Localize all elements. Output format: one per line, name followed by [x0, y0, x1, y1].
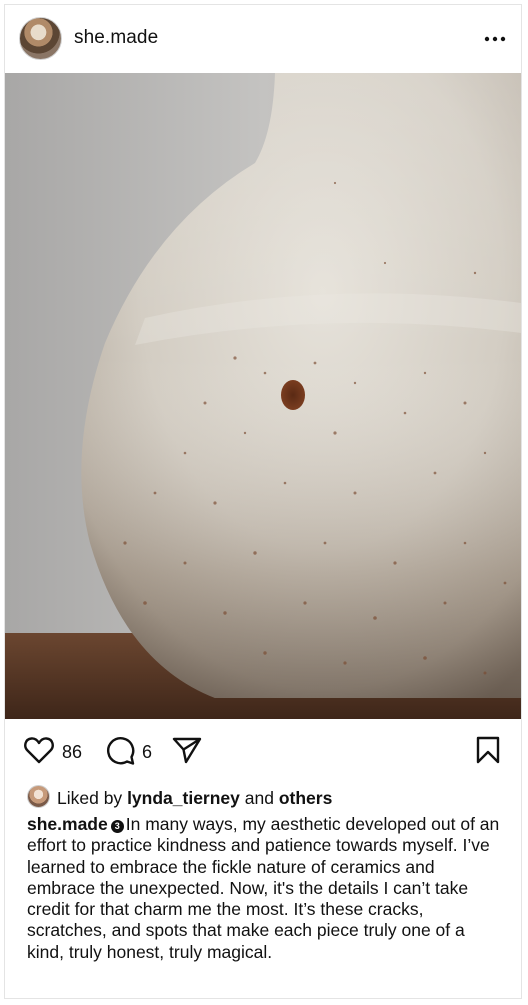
- avatar[interactable]: [19, 17, 62, 60]
- comment-count: 6: [142, 742, 153, 762]
- post-header: she.made: [5, 5, 521, 73]
- heart-icon[interactable]: [23, 735, 55, 765]
- liker-username[interactable]: lynda_tierney: [127, 788, 240, 808]
- ellipsis-horizontal-icon[interactable]: [483, 31, 507, 47]
- liked-by: Liked by lynda_tierney and others: [27, 785, 507, 811]
- post-actions: 86 6: [5, 719, 521, 785]
- liker-avatar[interactable]: [27, 785, 50, 808]
- liked-by-conjunction: and: [244, 788, 274, 808]
- caption-badge: 3: [110, 820, 124, 833]
- vase-photo-image: [5, 73, 521, 719]
- like-count: 86: [62, 742, 83, 762]
- post-username[interactable]: she.made: [74, 27, 158, 49]
- likes-others-link[interactable]: others: [279, 788, 332, 808]
- instagram-post: she.made 86 6 Liked by lynda_tierney and…: [4, 4, 522, 999]
- send-paper-plane-icon[interactable]: [171, 735, 203, 765]
- post-caption: she.made 3 In many ways, my aesthetic deve…: [27, 814, 505, 963]
- comment-bubble-icon[interactable]: [104, 735, 136, 767]
- liked-by-prefix: Liked by: [57, 788, 123, 808]
- caption-username[interactable]: she.made: [27, 814, 108, 834]
- caption-text: In many ways, my aesthetic developed out…: [27, 814, 500, 962]
- liked-by-text: Liked by lynda_tierney and others: [57, 788, 332, 809]
- post-photo[interactable]: [5, 73, 521, 719]
- bookmark-icon[interactable]: [475, 735, 501, 765]
